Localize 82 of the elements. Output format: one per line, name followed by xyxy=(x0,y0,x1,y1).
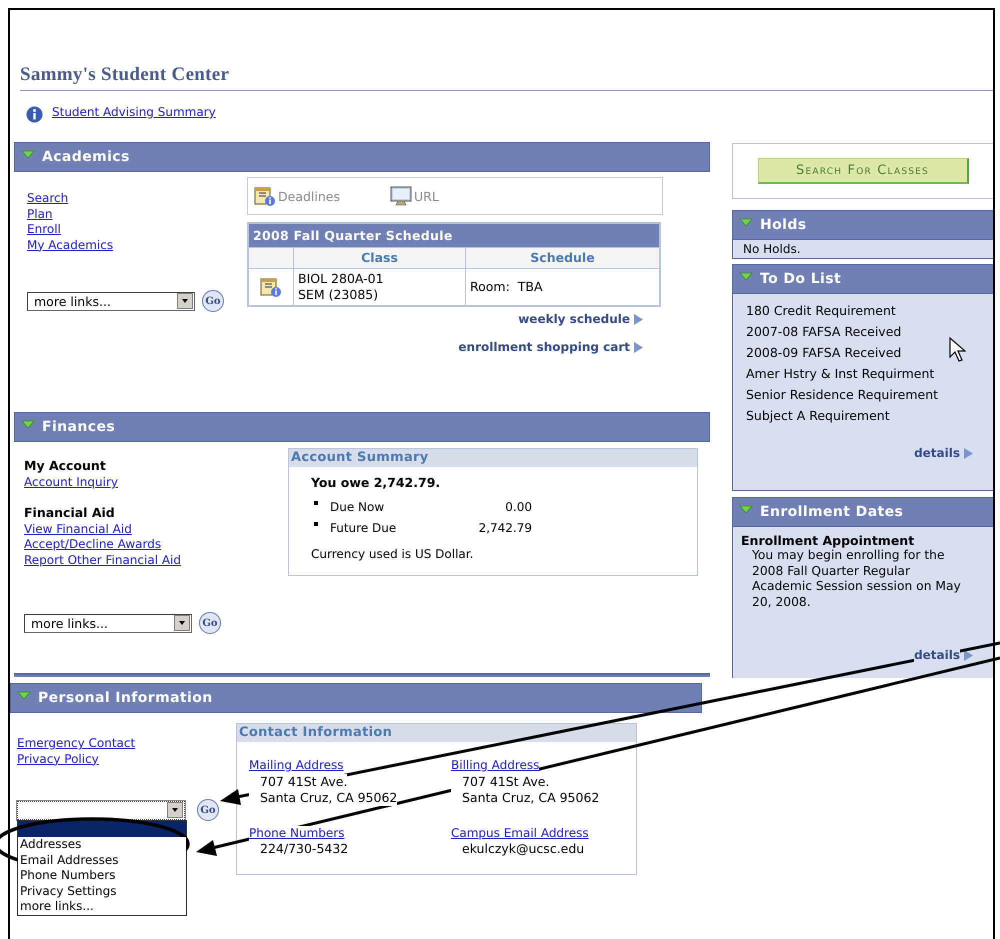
panel-title: To Do List xyxy=(760,271,842,287)
holds-message: No Holds. xyxy=(742,241,802,258)
triangle-icon xyxy=(963,448,973,458)
personal-link[interactable]: Emergency Contact xyxy=(17,736,136,752)
todo-item: 2007-08 FAFSA Received xyxy=(746,323,902,341)
finance-link[interactable]: Report Other Financial Aid xyxy=(24,552,182,568)
dropdown-option[interactable]: Addresses xyxy=(18,837,186,852)
section-title: Personal Information xyxy=(38,690,213,706)
item-amount: 0.00 xyxy=(504,500,532,514)
item-amount: 2,742.79 xyxy=(478,520,532,534)
bullet-icon xyxy=(314,522,318,526)
go-button[interactable]: Go xyxy=(197,799,219,821)
caret-icon xyxy=(177,293,193,309)
item-label: Future Due xyxy=(330,520,398,534)
expanded-triangle-icon[interactable] xyxy=(21,420,35,430)
triangle-icon xyxy=(633,342,643,352)
dropdown-option[interactable]: Email Addresses xyxy=(18,852,186,868)
academics-link[interactable]: Search xyxy=(27,191,68,206)
go-button[interactable]: Go xyxy=(202,290,224,312)
triangle-icon xyxy=(963,650,973,660)
panel-title: Account Summary xyxy=(289,449,697,467)
panel-title: Enrollment Dates xyxy=(760,504,904,520)
contact-link[interactable]: Billing Address xyxy=(451,758,540,774)
panel-title: Contact Information xyxy=(237,724,636,742)
academics-link[interactable]: My Academics xyxy=(27,238,114,253)
search-classes-button[interactable]: Search For Classes xyxy=(758,158,968,184)
info-icon xyxy=(26,106,43,122)
currency-note: Currency used is US Dollar. xyxy=(311,547,474,561)
cursor-icon xyxy=(949,337,966,363)
personal-select[interactable] xyxy=(17,800,185,820)
details-link[interactable]: details xyxy=(914,446,960,460)
contact-link[interactable]: Mailing Address xyxy=(249,758,344,774)
amount-owed: You owe 2,742.79. xyxy=(311,475,442,490)
action-link[interactable]: enrollment shopping cart xyxy=(458,340,630,354)
more-links-select[interactable]: more links... xyxy=(27,292,195,310)
monitor-icon xyxy=(390,186,412,206)
caret-icon xyxy=(167,802,183,818)
todo-item: Subject A Requirement xyxy=(746,407,890,425)
section-title: Finances xyxy=(42,419,116,435)
column-header: Class xyxy=(293,247,465,268)
contact-detail: Santa Cruz, CA 95062 xyxy=(451,790,600,806)
finance-link[interactable]: Account Inquiry xyxy=(24,475,118,490)
table-cell: BIOL 280A-01 SEM (23085) xyxy=(293,268,465,305)
expanded-triangle-icon[interactable] xyxy=(739,272,753,282)
contact-detail: 707 41St Ave. xyxy=(451,774,550,790)
finance-link[interactable]: Accept/Decline Awards xyxy=(24,537,162,552)
todo-item: 180 Credit Requirement xyxy=(746,302,896,320)
panel-title: Holds xyxy=(760,217,806,233)
calendar-info-icon[interactable] xyxy=(260,276,282,298)
todo-item: 2008-09 FAFSA Received xyxy=(746,344,902,362)
table-cell: Room: TBA xyxy=(465,268,659,305)
item-label: Due Now xyxy=(330,500,386,514)
academics-link[interactable]: Plan xyxy=(27,206,53,222)
group-heading: My Account xyxy=(24,457,107,475)
expanded-triangle-icon[interactable] xyxy=(739,218,753,228)
expanded-triangle-icon[interactable] xyxy=(21,150,35,160)
personal-link[interactable]: Privacy Policy xyxy=(17,752,99,767)
bullet-icon xyxy=(314,500,318,504)
more-links-select[interactable]: more links... xyxy=(24,614,192,632)
appointment-text: You may begin enrolling for the 2008 Fall Quarter Regular Academic Session session on May 20, 2008. xyxy=(751,548,962,610)
contact-link[interactable]: Phone Numbers xyxy=(249,826,344,841)
details-link[interactable]: details xyxy=(914,648,960,662)
expanded-triangle-icon[interactable] xyxy=(17,690,31,700)
action-link[interactable]: weekly schedule xyxy=(518,312,630,326)
group-heading: Financial Aid xyxy=(24,504,116,522)
expanded-triangle-icon[interactable] xyxy=(739,504,753,514)
todo-item: Amer Hstry & Inst Requirment xyxy=(746,365,934,383)
advising-summary-link[interactable]: Student Advising Summary xyxy=(52,105,216,120)
appointment-heading: Enrollment Appointment xyxy=(740,532,916,548)
page-title: Sammy's Student Center xyxy=(20,64,993,91)
section-title: Academics xyxy=(42,149,130,165)
go-button[interactable]: Go xyxy=(199,612,221,634)
column-header: Schedule xyxy=(465,247,659,268)
calendar-info-icon xyxy=(254,185,276,207)
finance-link[interactable]: View Financial Aid xyxy=(24,522,132,537)
table-title: 2008 Fall Quarter Schedule xyxy=(249,224,659,247)
contact-link[interactable]: Campus Email Address xyxy=(451,826,589,841)
todo-item: Senior Residence Requirement xyxy=(746,386,938,404)
caret-icon xyxy=(174,615,190,631)
triangle-icon xyxy=(633,314,643,324)
contact-detail: Santa Cruz, CA 95062 xyxy=(249,790,398,806)
academics-link[interactable]: Enroll xyxy=(27,222,61,238)
